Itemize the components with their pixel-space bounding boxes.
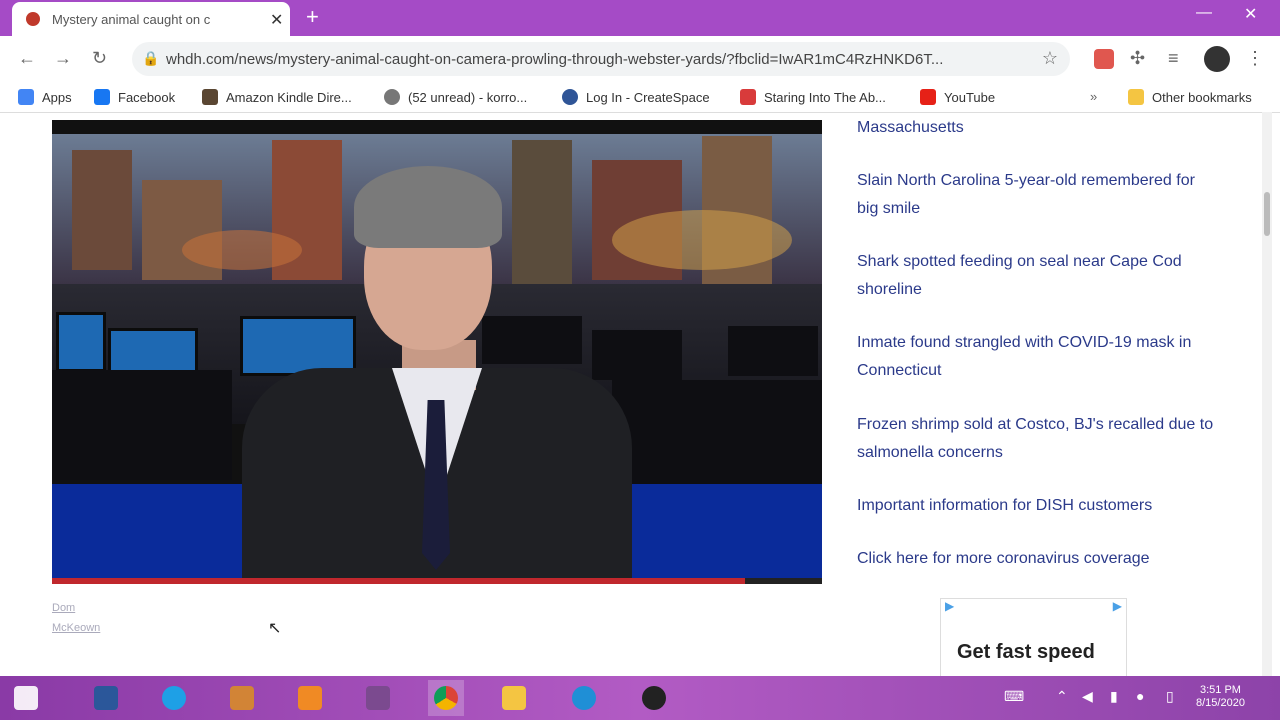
bookmark-facebook[interactable]: Facebook xyxy=(94,89,175,105)
tab-title: Mystery animal caught on c xyxy=(52,12,211,27)
other-bookmarks[interactable]: Other bookmarks xyxy=(1128,89,1252,105)
createspace-icon xyxy=(562,89,578,105)
obs-icon[interactable] xyxy=(636,680,672,716)
media-player-icon[interactable] xyxy=(292,680,328,716)
sidebar-link-shrimp[interactable]: Frozen shrimp sold at Costco, BJ's recal… xyxy=(857,411,1217,467)
back-icon[interactable]: ← xyxy=(18,48,36,69)
window-close-icon[interactable]: ✕ xyxy=(1244,4,1257,24)
mail-icon xyxy=(384,89,400,105)
app-launcher-icon[interactable] xyxy=(224,680,260,716)
network-icon[interactable]: ▮ xyxy=(1110,688,1118,705)
blog-icon xyxy=(740,89,756,105)
ad-choices-icon[interactable]: ▶ xyxy=(945,599,954,613)
extension-icon[interactable] xyxy=(1094,49,1114,69)
active-tab[interactable]: Mystery animal caught on c ✕ xyxy=(12,2,290,36)
bookmarks-overflow-icon[interactable]: » xyxy=(1090,89,1097,104)
video-progress-fill xyxy=(52,578,745,584)
menu-icon[interactable]: ⋮ xyxy=(1246,48,1264,69)
site-favicon-icon xyxy=(26,12,40,26)
close-tab-icon[interactable]: ✕ xyxy=(270,10,283,30)
bookmark-star-icon[interactable]: ☆ xyxy=(1042,48,1058,69)
video-progress-bar[interactable] xyxy=(52,578,822,584)
tab-strip: Mystery animal caught on c ✕ + — ✕ xyxy=(0,0,1280,36)
sidebar-link-dish[interactable]: Important information for DISH customers xyxy=(857,492,1217,520)
facebook-icon xyxy=(94,89,110,105)
bookmark-createspace[interactable]: Log In - CreateSpace xyxy=(562,89,710,105)
notification-icon[interactable]: ▯ xyxy=(1166,688,1174,705)
mouse-cursor-icon: ↖ xyxy=(268,620,282,637)
profile-avatar[interactable] xyxy=(1204,46,1230,72)
tray-overflow-icon[interactable]: ⌃ xyxy=(1056,688,1068,705)
reload-icon[interactable]: ↻ xyxy=(92,48,107,69)
taskbar-clock[interactable]: 3:51 PM 8/15/2020 xyxy=(1196,684,1245,710)
anchor-hair xyxy=(354,166,502,248)
sidebar-link-shark[interactable]: Shark spotted feeding on seal near Cape … xyxy=(857,248,1217,304)
folder-icon xyxy=(1128,89,1144,105)
bookmarks-bar: Apps Facebook Amazon Kindle Dire... (52 … xyxy=(0,82,1280,113)
clock-date: 8/15/2020 xyxy=(1196,697,1245,709)
advertisement[interactable]: ▶ ▶ Get fast speed xyxy=(940,598,1127,682)
sidebar-link-inmate[interactable]: Inmate found strangled with COVID-19 mas… xyxy=(857,329,1217,385)
address-bar[interactable]: 🔒 whdh.com/news/mystery-animal-caught-on… xyxy=(132,42,1070,76)
taskbar: ⌨ ⌃ ◀ ▮ ● ▯ 3:51 PM 8/15/2020 xyxy=(0,676,1280,720)
bookmark-staring[interactable]: Staring Into The Ab... xyxy=(740,89,886,105)
video-player[interactable] xyxy=(52,120,822,584)
bookmark-youtube[interactable]: YouTube xyxy=(920,89,995,105)
apps-icon xyxy=(18,89,34,105)
bookmark-kindle[interactable]: Amazon Kindle Dire... xyxy=(202,89,352,105)
new-tab-button[interactable]: + xyxy=(306,6,319,28)
word-app-icon[interactable] xyxy=(88,680,124,716)
clock-time: 3:51 PM xyxy=(1199,684,1241,696)
internet-explorer-icon[interactable] xyxy=(156,680,192,716)
scrollbar-thumb[interactable] xyxy=(1264,192,1270,236)
bookmark-apps[interactable]: Apps xyxy=(18,89,72,105)
file-explorer-icon[interactable] xyxy=(496,680,532,716)
sidebar-link-coronavirus[interactable]: Click here for more coronavirus coverage xyxy=(857,545,1217,573)
chrome-taskbar-icon[interactable] xyxy=(428,680,464,716)
edge-icon[interactable] xyxy=(566,680,602,716)
caption-line-2[interactable]: McKeown xyxy=(52,622,100,634)
page-scrollbar[interactable] xyxy=(1262,112,1272,676)
ad-close-icon[interactable]: ▶ xyxy=(1113,599,1122,613)
url-text: whdh.com/news/mystery-animal-caught-on-c… xyxy=(166,51,944,68)
start-button[interactable] xyxy=(8,680,44,716)
browser-toolbar: ← → ↻ 🔒 whdh.com/news/mystery-animal-cau… xyxy=(0,36,1280,82)
sidebar-link-massachusetts[interactable]: Massachusetts xyxy=(857,114,1217,142)
playlist-icon[interactable]: ≡ xyxy=(1168,48,1179,69)
puzzle-extensions-icon[interactable]: ✣ xyxy=(1130,48,1145,69)
bookmark-mail[interactable]: (52 unread) - korro... xyxy=(384,89,527,105)
keyboard-icon[interactable]: ⌨ xyxy=(1004,688,1024,705)
volume-icon[interactable]: ◀ xyxy=(1082,688,1093,705)
forward-icon[interactable]: → xyxy=(54,48,72,69)
kindle-icon xyxy=(202,89,218,105)
pen-tool-icon[interactable] xyxy=(360,680,396,716)
minimize-icon[interactable]: — xyxy=(1196,4,1212,22)
ad-headline: Get fast speed xyxy=(957,641,1095,663)
lock-icon: 🔒 xyxy=(142,50,160,66)
power-icon[interactable]: ● xyxy=(1136,688,1144,704)
caption-line-1[interactable]: Dom xyxy=(52,602,75,614)
youtube-icon xyxy=(920,89,936,105)
sidebar-link-north-carolina[interactable]: Slain North Carolina 5-year-old remember… xyxy=(857,167,1217,223)
